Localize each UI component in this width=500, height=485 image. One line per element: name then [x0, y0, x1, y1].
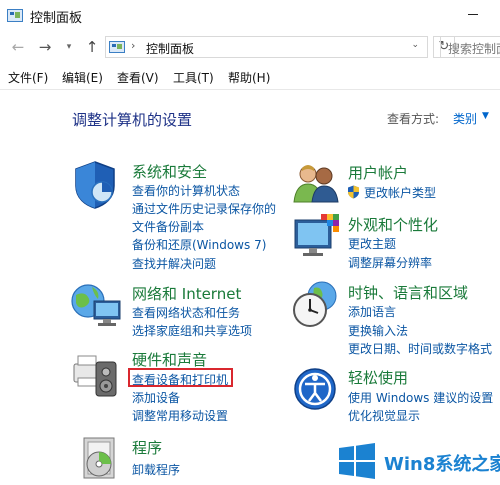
- link-uninstall-program[interactable]: 卸载程序: [132, 461, 180, 478]
- address-dropdown-icon[interactable]: ⌄: [411, 40, 419, 50]
- menu-edit[interactable]: 编辑(E): [62, 69, 103, 86]
- chevron-down-icon[interactable]: ▾: [62, 36, 76, 58]
- menu-help[interactable]: 帮助(H): [228, 69, 270, 86]
- link-troubleshoot[interactable]: 查找并解决问题: [132, 255, 216, 272]
- uac-shield-icon: [347, 185, 360, 202]
- link-optimize-display[interactable]: 优化视觉显示: [348, 407, 420, 424]
- link-file-history[interactable]: 通过文件历史记录保存你的: [132, 200, 276, 217]
- link-backup-restore[interactable]: 备份和还原(Windows 7): [132, 236, 266, 253]
- title-bar: 控制面板: [0, 0, 500, 32]
- address-bar[interactable]: › 控制面板 ⌄: [105, 36, 428, 58]
- breadcrumb-separator: ›: [131, 39, 136, 52]
- page-title: 调整计算机的设置: [72, 111, 193, 129]
- programs-disc-icon[interactable]: [80, 436, 124, 485]
- category-ease-of-access[interactable]: 轻松使用: [348, 367, 408, 388]
- up-arrow-icon[interactable]: ↑: [82, 36, 102, 58]
- ease-of-access-icon[interactable]: [292, 366, 338, 415]
- link-date-time-format[interactable]: 更改日期、时间或数字格式: [348, 340, 492, 357]
- link-windows-recommended[interactable]: 使用 Windows 建议的设置: [348, 389, 493, 406]
- breadcrumb-control-panel[interactable]: 控制面板: [146, 40, 194, 57]
- view-by-label: 查看方式:: [387, 112, 440, 126]
- category-hardware-sound[interactable]: 硬件和声音: [132, 349, 207, 370]
- monitor-palette-icon[interactable]: [293, 214, 343, 263]
- menu-bar: 文件(F) 编辑(E) 查看(V) 工具(T) 帮助(H): [0, 66, 500, 88]
- network-globe-icon[interactable]: [70, 283, 122, 334]
- link-change-theme[interactable]: 更改主题: [348, 235, 396, 252]
- category-appearance[interactable]: 外观和个性化: [348, 214, 438, 235]
- window-title: 控制面板: [30, 11, 83, 26]
- link-file-backup[interactable]: 文件备份副本: [132, 218, 204, 235]
- navigation-bar: ← → ▾ ↑ › 控制面板 ⌄ ↻ 搜索控制面: [0, 32, 500, 62]
- chevron-down-icon[interactable]: ▼: [482, 111, 489, 121]
- users-icon[interactable]: [292, 162, 342, 207]
- minimize-button[interactable]: [458, 4, 486, 26]
- clock-globe-icon[interactable]: [290, 280, 340, 333]
- control-panel-icon: [7, 9, 23, 22]
- category-clock-language[interactable]: 时钟、语言和区域: [348, 282, 468, 303]
- category-user-accounts[interactable]: 用户帐户: [348, 162, 408, 183]
- category-programs[interactable]: 程序: [132, 437, 162, 458]
- category-system-security[interactable]: 系统和安全: [132, 161, 207, 182]
- menu-view[interactable]: 查看(V): [117, 69, 159, 86]
- link-add-device[interactable]: 添加设备: [132, 389, 180, 406]
- link-change-input-method[interactable]: 更换输入法: [348, 322, 408, 339]
- control-panel-icon: [109, 41, 125, 53]
- link-change-account-type[interactable]: 更改帐户类型: [364, 184, 436, 201]
- watermark-text: Win8系统之家: [384, 454, 500, 475]
- printer-speaker-icon[interactable]: [72, 350, 122, 403]
- windows-logo-icon: [338, 442, 376, 480]
- menu-tools[interactable]: 工具(T): [173, 69, 214, 86]
- link-homegroup[interactable]: 选择家庭组和共享选项: [132, 322, 252, 339]
- search-placeholder: 搜索控制面: [448, 42, 500, 56]
- forward-arrow-icon[interactable]: →: [35, 36, 55, 58]
- link-mobility-settings[interactable]: 调整常用移动设置: [132, 407, 228, 424]
- highlight-box: [128, 368, 233, 387]
- menu-file[interactable]: 文件(F): [8, 69, 48, 86]
- link-network-status[interactable]: 查看网络状态和任务: [132, 304, 240, 321]
- link-add-language[interactable]: 添加语言: [348, 303, 396, 320]
- shield-icon[interactable]: [72, 160, 118, 213]
- category-network-internet[interactable]: 网络和 Internet: [132, 283, 241, 304]
- divider: [0, 89, 500, 90]
- view-by-select[interactable]: 类别: [453, 110, 477, 127]
- link-view-computer-status[interactable]: 查看你的计算机状态: [132, 182, 240, 199]
- link-screen-resolution[interactable]: 调整屏幕分辨率: [348, 254, 432, 271]
- back-arrow-icon[interactable]: ←: [8, 36, 28, 58]
- search-input[interactable]: 搜索控制面: [440, 36, 500, 58]
